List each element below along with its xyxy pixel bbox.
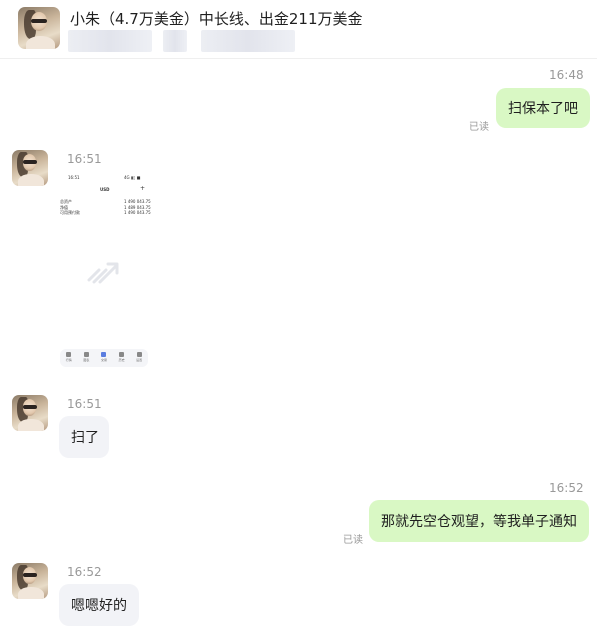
screenshot-clock: 16:51 (68, 175, 80, 180)
incoming-message[interactable]: 嗯嗯好的 (59, 584, 139, 626)
contact-avatar[interactable] (18, 7, 60, 49)
nav-item-label: 交易 (100, 358, 107, 362)
sender-avatar[interactable] (12, 563, 48, 599)
image-message[interactable]: 16:51 4G ▮▯ ■ USD + 总资产 1 490 043.75 净值 … (58, 170, 151, 368)
read-status: 已读 (343, 535, 363, 546)
message-time: 16:48 (549, 68, 584, 82)
nav-item-label: 设置 (136, 358, 143, 362)
message-time: 16:51 (67, 397, 102, 411)
screenshot-currency: USD (100, 187, 110, 192)
screenshot-row-value: 1 490 043.75 (124, 199, 151, 204)
nav-item: 行情 (64, 352, 74, 364)
screenshot-row-value: 1 490 043.75 (124, 210, 151, 215)
nav-item-label: 历史 (118, 358, 125, 362)
message-time: 16:51 (67, 152, 102, 166)
trend-icon (87, 262, 119, 284)
nav-item: 交易 (99, 352, 109, 364)
message-time: 16:52 (67, 565, 102, 579)
screenshot-add-icon: + (140, 185, 146, 192)
message-time: 16:52 (549, 481, 584, 495)
screenshot-status-icons: 4G ▮▯ ■ (124, 175, 141, 180)
outgoing-message[interactable]: 那就先空仓观望，等我单子通知 (369, 500, 589, 542)
sender-avatar[interactable] (12, 395, 48, 431)
sender-avatar[interactable] (12, 150, 48, 186)
blurred-subtitle (68, 30, 152, 52)
blurred-subtitle (201, 30, 295, 52)
read-status: 已读 (469, 122, 489, 133)
nav-item: 图表 (81, 352, 91, 364)
incoming-message[interactable]: 扫了 (59, 416, 109, 458)
header-divider (0, 58, 597, 59)
nav-item: 设置 (134, 352, 144, 364)
blurred-subtitle (163, 30, 187, 52)
chat-title: 小朱（4.7万美金）中长线、出金211万美金 (70, 10, 363, 28)
outgoing-message[interactable]: 扫保本了吧 (496, 88, 590, 128)
nav-item: 历史 (117, 352, 127, 364)
screenshot-nav-bar: 行情 图表 交易 历史 设置 (60, 349, 148, 367)
nav-item-label: 行情 (65, 358, 72, 362)
screenshot-row-label: 可用预付款 (60, 210, 80, 215)
nav-item-label: 图表 (83, 358, 90, 362)
